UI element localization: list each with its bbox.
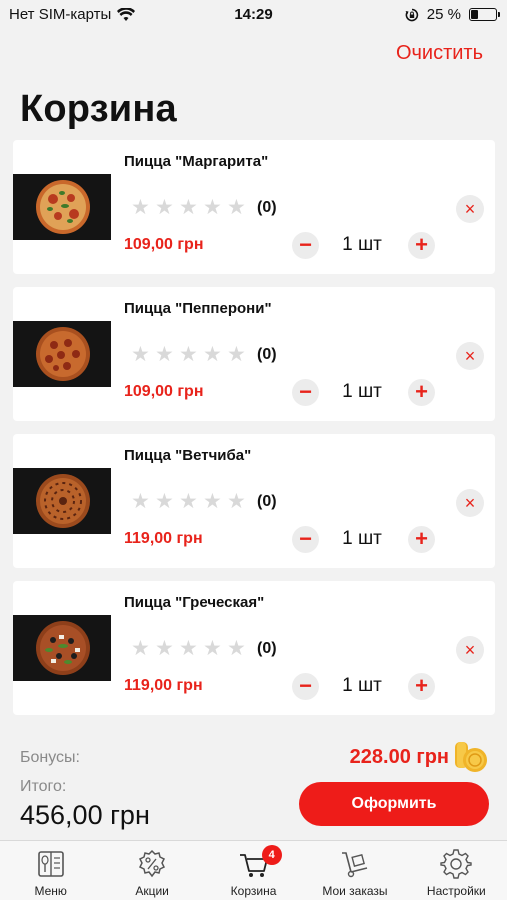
tab-label: Мои заказы xyxy=(322,884,388,898)
quantity-value: 1 шт xyxy=(342,234,382,255)
rating-stars[interactable]: ★ ★ ★ ★ ★ (0) xyxy=(131,638,277,659)
menu-book-icon xyxy=(37,851,64,877)
pizza-margherita-photo[interactable] xyxy=(13,174,111,240)
rotation-lock-icon xyxy=(405,8,418,21)
star-icon[interactable]: ★ xyxy=(227,344,251,365)
star-icon[interactable]: ★ xyxy=(131,491,155,512)
star-icon[interactable]: ★ xyxy=(203,197,227,218)
clear-cart-button[interactable]: Очистить xyxy=(396,42,483,65)
star-icon[interactable]: ★ xyxy=(179,197,203,218)
star-icon[interactable]: ★ xyxy=(179,638,203,659)
star-icon[interactable]: ★ xyxy=(203,344,227,365)
star-icon[interactable]: ★ xyxy=(203,491,227,512)
item-name[interactable]: Пицца "Ветчиба" xyxy=(124,447,251,464)
cart-list: Пицца "Маргарита" ★ ★ ★ ★ ★ (0) 109,00 г… xyxy=(13,140,495,728)
cart-item: Пицца "Греческая" ★ ★ ★ ★ ★ (0) 119,00 г… xyxy=(13,581,495,715)
item-price: 119,00 грн xyxy=(124,530,203,547)
checkout-button[interactable]: Оформить xyxy=(299,782,489,826)
item-price: 109,00 грн xyxy=(124,383,204,400)
star-icon[interactable]: ★ xyxy=(155,197,179,218)
status-right: 25 % xyxy=(405,6,500,23)
hand-truck-icon xyxy=(341,852,368,878)
star-icon[interactable]: ★ xyxy=(155,638,179,659)
star-icon[interactable]: ★ xyxy=(131,197,155,218)
item-price: 119,00 грн xyxy=(124,677,203,694)
pizza-greek-photo[interactable] xyxy=(13,615,111,681)
tab-settings[interactable]: Настройки xyxy=(406,841,507,900)
star-icon[interactable]: ★ xyxy=(155,344,179,365)
page-title: Корзина xyxy=(20,88,177,130)
cart-item: Пицца "Пепперони" ★ ★ ★ ★ ★ (0) 109,00 г… xyxy=(13,287,495,421)
rating-count: (0) xyxy=(257,345,277,363)
cart-count-badge: 4 xyxy=(261,845,282,865)
decrease-quantity-button[interactable]: − xyxy=(292,379,319,406)
bonus-label: Бонусы: xyxy=(20,749,80,766)
increase-quantity-button[interactable]: + xyxy=(408,673,435,700)
star-icon[interactable]: ★ xyxy=(179,491,203,512)
rating-stars[interactable]: ★ ★ ★ ★ ★ (0) xyxy=(131,197,277,218)
remove-item-button[interactable]: × xyxy=(456,636,484,664)
tab-label: Меню xyxy=(34,884,67,898)
star-icon[interactable]: ★ xyxy=(155,491,179,512)
cart-item: Пицца "Ветчиба" ★ ★ ★ ★ ★ (0) 119,00 грн… xyxy=(13,434,495,568)
rating-count: (0) xyxy=(257,198,277,216)
item-price: 109,00 грн xyxy=(124,236,204,253)
total-label: Итого: xyxy=(20,778,67,795)
quantity-value: 1 шт xyxy=(342,381,382,402)
pizza-pepperoni-photo[interactable] xyxy=(13,321,111,387)
item-name[interactable]: Пицца "Греческая" xyxy=(124,594,264,611)
tab-bar: Меню Акции 4 Корзина Мои заказы Настройк… xyxy=(0,840,507,900)
increase-quantity-button[interactable]: + xyxy=(408,379,435,406)
pizza-ham-photo[interactable] xyxy=(13,468,111,534)
tab-label: Настройки xyxy=(426,884,486,898)
tab-promotions[interactable]: Акции xyxy=(101,841,202,900)
increase-quantity-button[interactable]: + xyxy=(408,526,435,553)
rating-stars[interactable]: ★ ★ ★ ★ ★ (0) xyxy=(131,344,277,365)
star-icon[interactable]: ★ xyxy=(203,638,227,659)
item-name[interactable]: Пицца "Маргарита" xyxy=(124,153,268,170)
order-summary: Бонусы: 228.00 грн Итого: 456,00 грн Офо… xyxy=(0,730,507,840)
gear-icon xyxy=(440,849,473,879)
tab-cart[interactable]: 4 Корзина xyxy=(203,841,304,900)
rating-count: (0) xyxy=(257,492,277,510)
star-icon[interactable]: ★ xyxy=(227,491,251,512)
decrease-quantity-button[interactable]: − xyxy=(292,526,319,553)
battery-level xyxy=(471,10,478,19)
star-icon[interactable]: ★ xyxy=(131,638,155,659)
remove-item-button[interactable]: × xyxy=(456,342,484,370)
tab-menu[interactable]: Меню xyxy=(0,841,101,900)
quantity-value: 1 шт xyxy=(342,675,382,696)
total-value: 456,00 грн xyxy=(20,800,150,830)
status-bar: Нет SIM-карты 14:29 25 % xyxy=(0,0,507,30)
increase-quantity-button[interactable]: + xyxy=(408,232,435,259)
star-icon[interactable]: ★ xyxy=(227,638,251,659)
rating-stars[interactable]: ★ ★ ★ ★ ★ (0) xyxy=(131,491,277,512)
quantity-value: 1 шт xyxy=(342,528,382,549)
tab-label: Корзина xyxy=(230,884,277,898)
item-name[interactable]: Пицца "Пепперони" xyxy=(124,300,272,317)
coins-icon xyxy=(455,742,487,772)
rating-count: (0) xyxy=(257,639,277,657)
tab-label: Акции xyxy=(135,884,169,898)
star-icon[interactable]: ★ xyxy=(227,197,251,218)
discount-badge-icon xyxy=(139,849,166,878)
bonus-value: 228.00 грн xyxy=(349,746,449,768)
remove-item-button[interactable]: × xyxy=(456,489,484,517)
tab-my-orders[interactable]: Мои заказы xyxy=(304,841,405,900)
battery-percent: 25 % xyxy=(426,6,461,23)
battery-icon xyxy=(469,8,500,21)
star-icon[interactable]: ★ xyxy=(131,344,155,365)
remove-item-button[interactable]: × xyxy=(456,195,484,223)
decrease-quantity-button[interactable]: − xyxy=(292,232,319,259)
star-icon[interactable]: ★ xyxy=(179,344,203,365)
decrease-quantity-button[interactable]: − xyxy=(292,673,319,700)
cart-item: Пицца "Маргарита" ★ ★ ★ ★ ★ (0) 109,00 г… xyxy=(13,140,495,274)
